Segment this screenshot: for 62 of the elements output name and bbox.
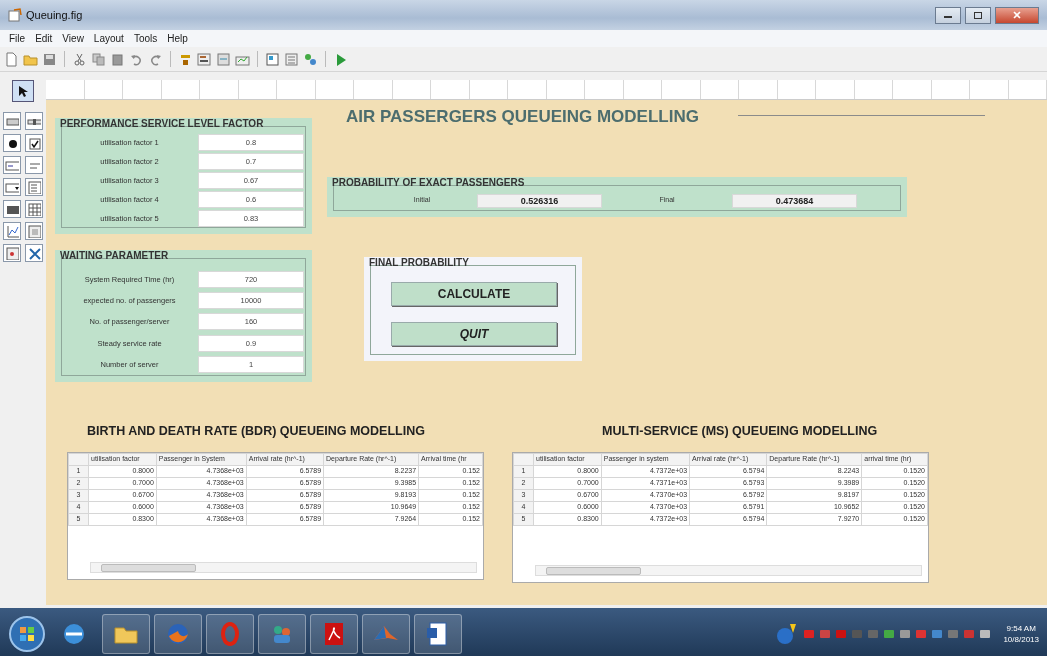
new-file-icon[interactable]	[4, 51, 19, 67]
panel-title: PERFORMANCE SERVICE LEVEL FACTOR	[60, 118, 264, 130]
checkbox-icon	[27, 136, 41, 150]
select-tool-button[interactable]	[12, 80, 34, 102]
table-title: BIRTH AND DEATH RATE (BDR) QUEUEING MODELLING	[87, 423, 425, 440]
component-tool-button[interactable]	[3, 134, 21, 152]
panel-icon	[27, 224, 41, 238]
panel-title: FINAL PROBABILITY	[369, 257, 469, 269]
copy-icon[interactable]	[91, 51, 106, 67]
popup-menu-icon	[5, 180, 19, 194]
listbox-icon	[27, 180, 41, 194]
figure-file-icon	[8, 8, 22, 22]
horizontal-scrollbar[interactable]	[90, 562, 477, 573]
button-group-icon	[5, 246, 19, 260]
minimize-button[interactable]	[935, 6, 961, 24]
pointer-icon	[18, 85, 28, 97]
table-icon	[27, 202, 41, 216]
input-field[interactable]: 0.473684	[732, 193, 857, 208]
taskbar-button[interactable]	[102, 613, 150, 654]
tray-icon[interactable]	[931, 627, 944, 640]
maximize-icon	[974, 11, 982, 19]
activex-icon	[27, 246, 41, 260]
tray-icon[interactable]	[915, 627, 928, 640]
tray-icon[interactable]	[899, 627, 912, 640]
close-icon	[1013, 11, 1021, 19]
gui-title: AIR PASSERGERS QUEUEING MODELLING	[346, 106, 699, 128]
taskbar-button[interactable]	[414, 613, 462, 654]
action-button[interactable]: CALCULATE	[391, 282, 557, 306]
horizontal-scrollbar[interactable]	[535, 565, 922, 576]
tray-icon[interactable]	[979, 627, 992, 640]
component-tool-button[interactable]	[25, 134, 43, 152]
clock-date: 10/8/2013	[1003, 633, 1039, 645]
menu-item[interactable]: View	[57, 30, 89, 47]
start-orb-icon[interactable]	[8, 614, 46, 653]
table-title: MULTI-SERVICE (MS) QUEUEING MODELLING	[602, 423, 878, 440]
axes-icon	[5, 224, 19, 238]
panel-title: WAITING PARAMETER	[60, 250, 169, 262]
panel-title: PROBABILITY OF EXACT PASSENGERS	[332, 177, 525, 189]
clock-time: 9:54 AM	[1005, 622, 1037, 634]
paste-icon[interactable]	[110, 51, 125, 67]
action-button[interactable]: QUIT	[391, 322, 557, 346]
window-title: Queuing.fig	[26, 7, 83, 23]
cut-icon[interactable]	[72, 51, 87, 67]
input-field[interactable]: 0.526316	[477, 193, 602, 208]
object-browser-icon[interactable]	[303, 51, 318, 67]
edit-text-icon	[5, 158, 19, 172]
save-icon[interactable]	[42, 51, 57, 67]
tray-icon[interactable]	[819, 627, 832, 640]
menu-item[interactable]: Layout	[88, 30, 129, 47]
property-inspector-icon[interactable]	[284, 51, 299, 67]
tray-icon[interactable]	[883, 627, 896, 640]
menu-item[interactable]: Help	[162, 30, 193, 47]
tray-icon[interactable]	[947, 627, 960, 640]
menu-item[interactable]: Edit	[30, 30, 58, 47]
editor-icon[interactable]	[265, 51, 280, 67]
menu-editor-icon[interactable]	[197, 51, 212, 67]
component-tool-button[interactable]	[25, 112, 43, 130]
menu-item[interactable]: File	[4, 30, 31, 47]
menu-item[interactable]: Tools	[128, 30, 163, 47]
taskbar-clock[interactable]: 9:54 AM 10/8/2013	[1003, 622, 1039, 645]
component-tool-button[interactable]	[3, 200, 21, 218]
maximize-button[interactable]	[965, 6, 991, 24]
